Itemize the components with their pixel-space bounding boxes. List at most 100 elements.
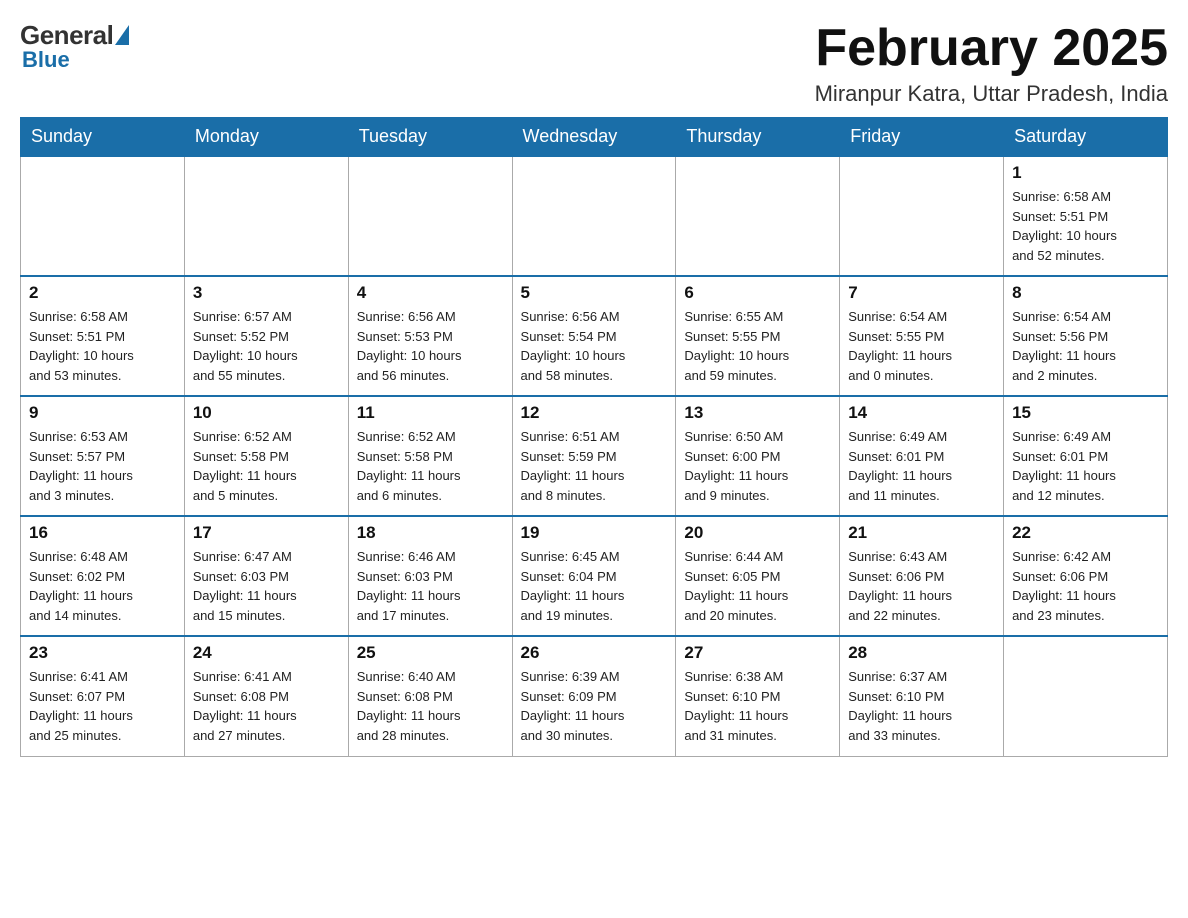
day-info: Sunrise: 6:41 AMSunset: 6:07 PMDaylight:…	[29, 667, 176, 745]
day-info: Sunrise: 6:56 AMSunset: 5:53 PMDaylight:…	[357, 307, 504, 385]
day-number: 10	[193, 403, 340, 423]
day-info: Sunrise: 6:51 AMSunset: 5:59 PMDaylight:…	[521, 427, 668, 505]
title-block: February 2025 Miranpur Katra, Uttar Prad…	[815, 20, 1168, 107]
col-friday: Friday	[840, 118, 1004, 157]
day-info: Sunrise: 6:37 AMSunset: 6:10 PMDaylight:…	[848, 667, 995, 745]
day-number: 8	[1012, 283, 1159, 303]
day-number: 12	[521, 403, 668, 423]
calendar-cell: 23 Sunrise: 6:41 AMSunset: 6:07 PMDayligh…	[21, 636, 185, 756]
day-info: Sunrise: 6:50 AMSunset: 6:00 PMDaylight:…	[684, 427, 831, 505]
day-number: 24	[193, 643, 340, 663]
day-number: 27	[684, 643, 831, 663]
calendar-cell	[1004, 636, 1168, 756]
day-info: Sunrise: 6:40 AMSunset: 6:08 PMDaylight:…	[357, 667, 504, 745]
calendar-cell: 12 Sunrise: 6:51 AMSunset: 5:59 PMDayligh…	[512, 396, 676, 516]
day-info: Sunrise: 6:41 AMSunset: 6:08 PMDaylight:…	[193, 667, 340, 745]
week-row-0: 1 Sunrise: 6:58 AMSunset: 5:51 PMDaylight…	[21, 156, 1168, 276]
calendar-cell	[840, 156, 1004, 276]
day-number: 9	[29, 403, 176, 423]
day-number: 11	[357, 403, 504, 423]
calendar-cell: 16 Sunrise: 6:48 AMSunset: 6:02 PMDayligh…	[21, 516, 185, 636]
calendar-cell: 20Sunrise: 6:44 AMSunset: 6:05 PMDayligh…	[676, 516, 840, 636]
calendar-cell: 8 Sunrise: 6:54 AMSunset: 5:56 PMDaylight…	[1004, 276, 1168, 396]
day-number: 4	[357, 283, 504, 303]
logo-triangle-icon	[115, 25, 129, 45]
col-saturday: Saturday	[1004, 118, 1168, 157]
location-subtitle: Miranpur Katra, Uttar Pradesh, India	[815, 81, 1168, 107]
week-row-2: 9 Sunrise: 6:53 AMSunset: 5:57 PMDaylight…	[21, 396, 1168, 516]
day-info: Sunrise: 6:43 AMSunset: 6:06 PMDaylight:…	[848, 547, 995, 625]
day-info: Sunrise: 6:49 AMSunset: 6:01 PMDaylight:…	[1012, 427, 1159, 505]
day-number: 5	[521, 283, 668, 303]
calendar-cell: 25 Sunrise: 6:40 AMSunset: 6:08 PMDayligh…	[348, 636, 512, 756]
day-number: 16	[29, 523, 176, 543]
col-wednesday: Wednesday	[512, 118, 676, 157]
day-info: Sunrise: 6:47 AMSunset: 6:03 PMDaylight:…	[193, 547, 340, 625]
calendar-cell: 22Sunrise: 6:42 AMSunset: 6:06 PMDayligh…	[1004, 516, 1168, 636]
day-number: 19	[521, 523, 668, 543]
calendar-cell: 19 Sunrise: 6:45 AMSunset: 6:04 PMDayligh…	[512, 516, 676, 636]
day-number: 18	[357, 523, 504, 543]
calendar-cell	[184, 156, 348, 276]
calendar-cell	[512, 156, 676, 276]
calendar-cell: 7 Sunrise: 6:54 AMSunset: 5:55 PMDaylight…	[840, 276, 1004, 396]
week-row-4: 23 Sunrise: 6:41 AMSunset: 6:07 PMDayligh…	[21, 636, 1168, 756]
month-title: February 2025	[815, 20, 1168, 77]
day-info: Sunrise: 6:54 AMSunset: 5:55 PMDaylight:…	[848, 307, 995, 385]
calendar-cell: 28 Sunrise: 6:37 AMSunset: 6:10 PMDayligh…	[840, 636, 1004, 756]
day-info: Sunrise: 6:49 AMSunset: 6:01 PMDaylight:…	[848, 427, 995, 505]
calendar-cell: 14 Sunrise: 6:49 AMSunset: 6:01 PMDayligh…	[840, 396, 1004, 516]
week-row-1: 2Sunrise: 6:58 AMSunset: 5:51 PMDaylight…	[21, 276, 1168, 396]
calendar-cell: 3Sunrise: 6:57 AMSunset: 5:52 PMDaylight…	[184, 276, 348, 396]
day-number: 21	[848, 523, 995, 543]
logo: General Blue	[20, 20, 129, 73]
day-number: 17	[193, 523, 340, 543]
day-info: Sunrise: 6:55 AMSunset: 5:55 PMDaylight:…	[684, 307, 831, 385]
calendar-cell: 10 Sunrise: 6:52 AMSunset: 5:58 PMDayligh…	[184, 396, 348, 516]
day-number: 14	[848, 403, 995, 423]
calendar-cell: 11Sunrise: 6:52 AMSunset: 5:58 PMDayligh…	[348, 396, 512, 516]
day-info: Sunrise: 6:39 AMSunset: 6:09 PMDaylight:…	[521, 667, 668, 745]
day-number: 15	[1012, 403, 1159, 423]
day-info: Sunrise: 6:57 AMSunset: 5:52 PMDaylight:…	[193, 307, 340, 385]
calendar-cell	[676, 156, 840, 276]
day-info: Sunrise: 6:38 AMSunset: 6:10 PMDaylight:…	[684, 667, 831, 745]
day-number: 7	[848, 283, 995, 303]
day-info: Sunrise: 6:46 AMSunset: 6:03 PMDaylight:…	[357, 547, 504, 625]
day-info: Sunrise: 6:53 AMSunset: 5:57 PMDaylight:…	[29, 427, 176, 505]
week-row-3: 16 Sunrise: 6:48 AMSunset: 6:02 PMDayligh…	[21, 516, 1168, 636]
page-header: General Blue February 2025 Miranpur Katr…	[20, 20, 1168, 107]
col-tuesday: Tuesday	[348, 118, 512, 157]
calendar-header-row: Sunday Monday Tuesday Wednesday Thursday…	[21, 118, 1168, 157]
day-info: Sunrise: 6:58 AMSunset: 5:51 PMDaylight:…	[29, 307, 176, 385]
calendar-cell: 24 Sunrise: 6:41 AMSunset: 6:08 PMDayligh…	[184, 636, 348, 756]
day-number: 23	[29, 643, 176, 663]
day-number: 1	[1012, 163, 1159, 183]
day-number: 22	[1012, 523, 1159, 543]
day-info: Sunrise: 6:58 AMSunset: 5:51 PMDaylight:…	[1012, 187, 1159, 265]
day-number: 25	[357, 643, 504, 663]
calendar-cell: 5 Sunrise: 6:56 AMSunset: 5:54 PMDaylight…	[512, 276, 676, 396]
calendar-cell: 9 Sunrise: 6:53 AMSunset: 5:57 PMDaylight…	[21, 396, 185, 516]
day-info: Sunrise: 6:52 AMSunset: 5:58 PMDaylight:…	[193, 427, 340, 505]
col-thursday: Thursday	[676, 118, 840, 157]
col-monday: Monday	[184, 118, 348, 157]
calendar-cell: 2Sunrise: 6:58 AMSunset: 5:51 PMDaylight…	[21, 276, 185, 396]
calendar-cell: 27 Sunrise: 6:38 AMSunset: 6:10 PMDayligh…	[676, 636, 840, 756]
calendar-cell: 21 Sunrise: 6:43 AMSunset: 6:06 PMDayligh…	[840, 516, 1004, 636]
day-info: Sunrise: 6:48 AMSunset: 6:02 PMDaylight:…	[29, 547, 176, 625]
calendar-cell: 13Sunrise: 6:50 AMSunset: 6:00 PMDayligh…	[676, 396, 840, 516]
day-info: Sunrise: 6:44 AMSunset: 6:05 PMDaylight:…	[684, 547, 831, 625]
day-info: Sunrise: 6:54 AMSunset: 5:56 PMDaylight:…	[1012, 307, 1159, 385]
day-number: 26	[521, 643, 668, 663]
calendar-cell	[21, 156, 185, 276]
day-info: Sunrise: 6:45 AMSunset: 6:04 PMDaylight:…	[521, 547, 668, 625]
calendar-table: Sunday Monday Tuesday Wednesday Thursday…	[20, 117, 1168, 757]
calendar-cell: 17 Sunrise: 6:47 AMSunset: 6:03 PMDayligh…	[184, 516, 348, 636]
day-number: 28	[848, 643, 995, 663]
day-info: Sunrise: 6:56 AMSunset: 5:54 PMDaylight:…	[521, 307, 668, 385]
calendar-cell: 6Sunrise: 6:55 AMSunset: 5:55 PMDaylight…	[676, 276, 840, 396]
calendar-cell: 4 Sunrise: 6:56 AMSunset: 5:53 PMDaylight…	[348, 276, 512, 396]
col-sunday: Sunday	[21, 118, 185, 157]
calendar-cell: 26 Sunrise: 6:39 AMSunset: 6:09 PMDayligh…	[512, 636, 676, 756]
